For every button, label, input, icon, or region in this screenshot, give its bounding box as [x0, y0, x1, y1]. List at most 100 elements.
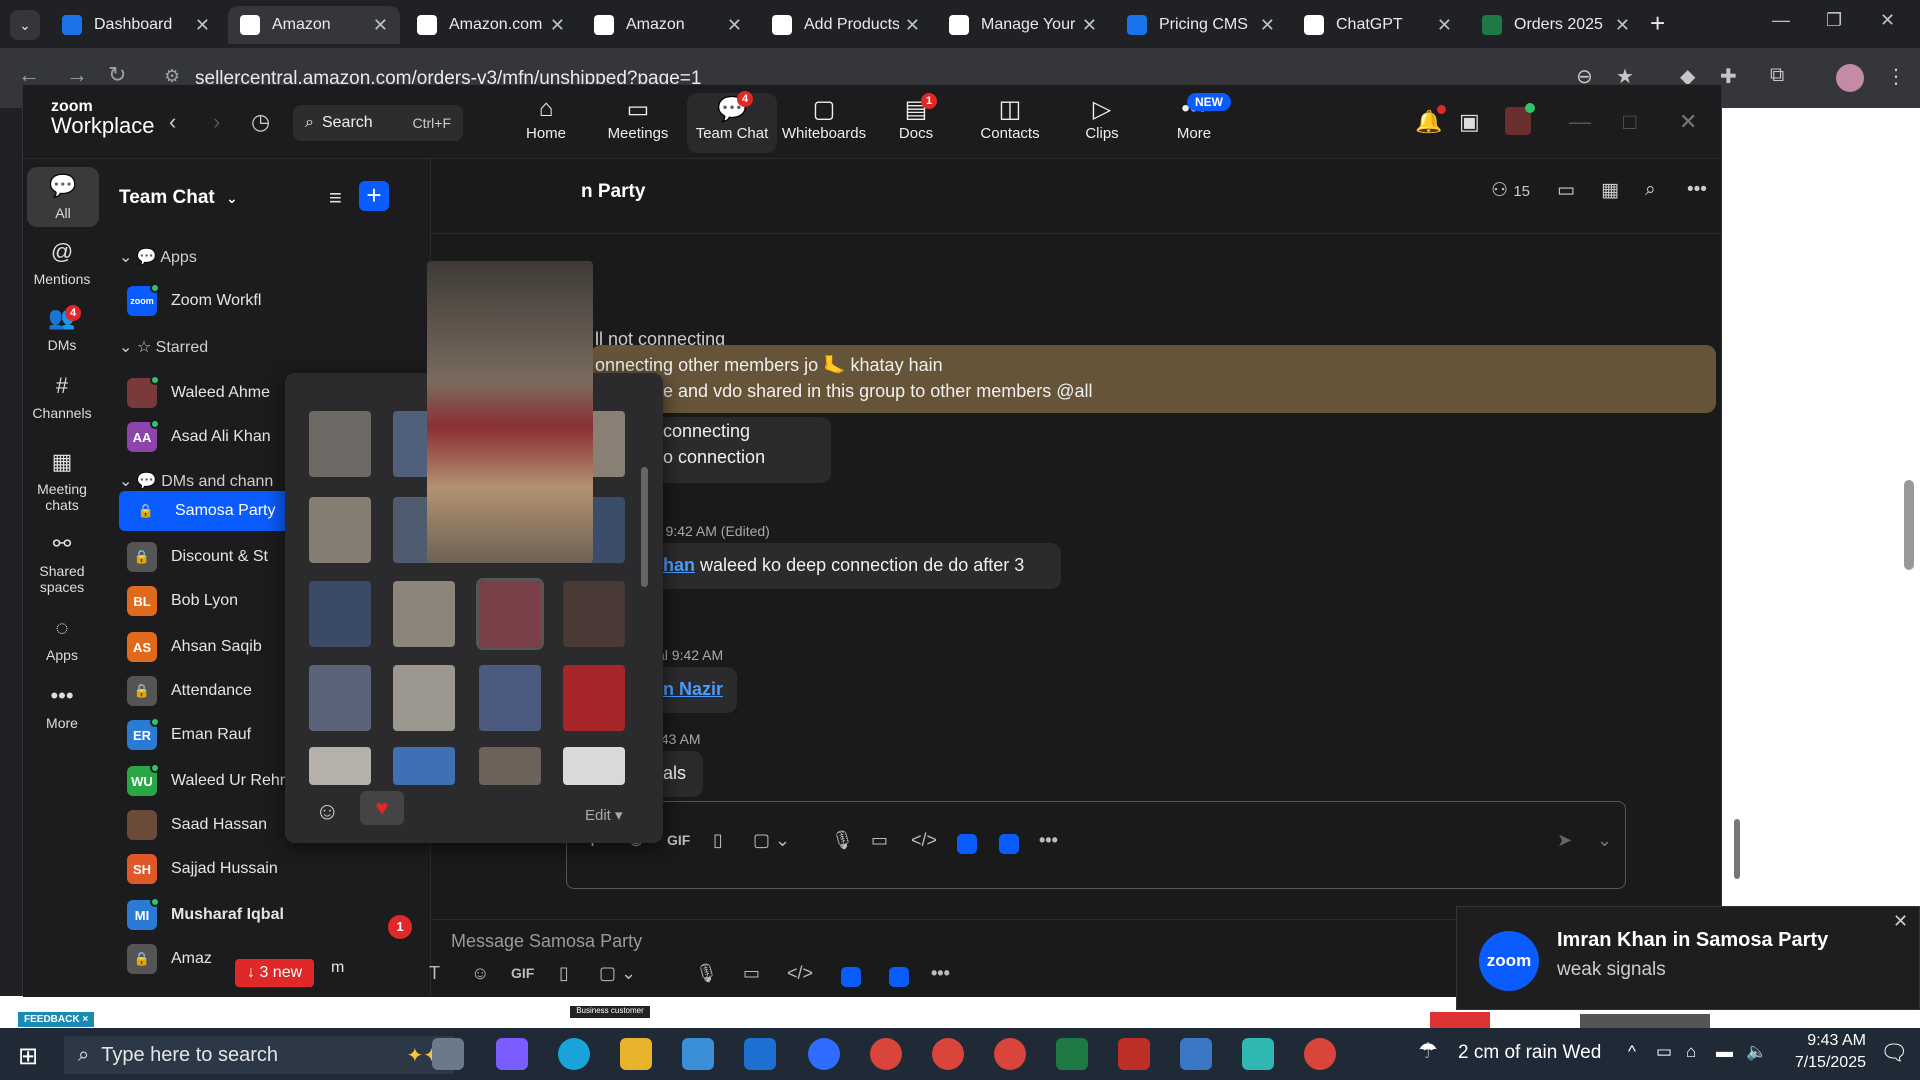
tray-network-icon[interactable]: ⌂ — [1686, 1042, 1696, 1062]
excel-icon[interactable] — [1056, 1038, 1088, 1070]
sticker-thumbnail[interactable] — [479, 665, 541, 731]
copilot-icon[interactable] — [496, 1038, 528, 1070]
sticker-thumbnail[interactable] — [563, 581, 625, 647]
close-tab-icon[interactable]: ✕ — [905, 15, 920, 36]
close-tab-icon[interactable]: ✕ — [195, 15, 210, 36]
more-tools-icon[interactable]: ••• — [1039, 830, 1058, 851]
nav-team-chat[interactable]: 💬 Team Chat 4 — [687, 91, 777, 153]
video-call-icon[interactable]: ▭ — [1557, 179, 1575, 202]
microphone-icon[interactable]: 🎙 — [831, 830, 854, 851]
new-chat-plus-button[interactable]: + — [359, 181, 389, 211]
weather-icon[interactable]: ☂ — [1418, 1038, 1438, 1064]
sticker-thumbnail[interactable] — [309, 411, 371, 477]
sticker-thumbnail[interactable] — [393, 747, 455, 785]
nav-whiteboards[interactable]: ▢ Whiteboards — [779, 95, 869, 142]
action-button[interactable] — [1580, 1014, 1710, 1028]
weather-text[interactable]: 2 cm of rain Wed — [1458, 1042, 1601, 1064]
browser-tab[interactable]: Amazon ✕ — [582, 6, 754, 44]
edge-icon[interactable] — [558, 1038, 590, 1070]
video-message-icon[interactable]: ▭ — [871, 830, 888, 851]
filezilla-icon[interactable] — [1118, 1038, 1150, 1070]
sticker-thumbnail[interactable] — [476, 578, 544, 650]
sticker-thumbnail[interactable] — [393, 581, 455, 647]
store-icon[interactable] — [682, 1038, 714, 1070]
browser-tab[interactable]: ChatGPT ✕ — [1292, 6, 1464, 44]
nav-home[interactable]: ⌂ Home — [501, 95, 591, 142]
gif-icon[interactable]: GIF — [667, 832, 690, 848]
browser-menu-icon[interactable]: ⋮ — [1886, 64, 1906, 89]
send-options-chevron-icon[interactable]: ⌄ — [1597, 830, 1612, 851]
close-toast-icon[interactable]: ✕ — [1893, 911, 1908, 932]
tray-volume-icon[interactable]: 🔈 — [1746, 1042, 1767, 1062]
video-message-icon[interactable]: ▭ — [743, 963, 760, 984]
close-tab-icon[interactable]: ✕ — [727, 15, 742, 36]
close-tab-icon[interactable]: ✕ — [1082, 15, 1097, 36]
restore-window-icon[interactable]: ❐ — [1826, 10, 1842, 31]
browser-tab[interactable]: Add Products ✕ — [760, 6, 932, 44]
nav-clips[interactable]: ▷ Clips — [1057, 95, 1147, 142]
screenshot-icon[interactable]: ▢ ⌄ — [599, 963, 636, 984]
browser-tab[interactable]: Amazon.com ✕ — [405, 6, 577, 44]
rail-mentions[interactable]: @ Mentions — [23, 239, 101, 287]
sticker-thumbnail[interactable] — [309, 497, 371, 563]
extensions-puzzle-icon[interactable]: ⧉ — [1770, 64, 1784, 87]
zoom-minimize-icon[interactable]: — — [1569, 109, 1591, 135]
code-snippet-icon[interactable]: </> — [911, 830, 937, 851]
text-format-icon[interactable]: T — [429, 963, 440, 984]
tab-search-dropdown-icon[interactable]: ⌄ — [10, 10, 40, 40]
tray-chevron-up-icon[interactable]: ^ — [1628, 1042, 1636, 1062]
outlook-icon[interactable] — [744, 1038, 776, 1070]
section-apps[interactable]: ⌄ 💬 Apps — [119, 247, 197, 267]
browser-tab[interactable]: Amazon ✕ — [228, 6, 400, 44]
close-tab-icon[interactable]: ✕ — [1260, 15, 1275, 36]
rail-meeting-chats[interactable]: ▦ Meeting chats — [23, 449, 101, 513]
gif-icon[interactable]: GIF — [511, 965, 534, 981]
code-snippet-icon[interactable]: </> — [787, 963, 813, 984]
section-dms[interactable]: ⌄ 💬 DMs and chann — [119, 471, 273, 491]
file-explorer-icon[interactable] — [620, 1038, 652, 1070]
favorites-heart-tab-icon[interactable]: ♥ — [360, 791, 404, 825]
section-starred[interactable]: ⌄ ☆ Starred — [119, 337, 208, 357]
chrome-icon-3[interactable] — [994, 1038, 1026, 1070]
sticker-thumbnail[interactable] — [393, 665, 455, 731]
app-icon[interactable] — [1242, 1038, 1274, 1070]
calendar-icon[interactable]: ▦ — [1601, 179, 1619, 202]
close-tab-icon[interactable]: ✕ — [1615, 15, 1630, 36]
page-scrollbar[interactable] — [1904, 480, 1914, 570]
filter-icon[interactable]: ≡ — [329, 185, 342, 211]
message-input[interactable]: Message Samosa Party — [451, 931, 642, 952]
chrome-icon[interactable] — [870, 1038, 902, 1070]
picker-edit-button[interactable]: Edit ▾ — [585, 806, 623, 824]
calculator-icon[interactable] — [1180, 1038, 1212, 1070]
rail-all[interactable]: 💬 All — [27, 167, 99, 227]
chat-list-item[interactable]: SH Sajjad Hussain — [115, 849, 415, 889]
close-tab-icon[interactable]: ✕ — [1437, 15, 1452, 36]
chrome-icon-2[interactable] — [932, 1038, 964, 1070]
sidebar-title[interactable]: Team Chat ⌄ — [119, 187, 238, 209]
app-integration-icon[interactable] — [957, 834, 977, 854]
mention-link[interactable]: n Nazir — [663, 679, 723, 699]
rail-more[interactable]: ••• More — [23, 683, 101, 731]
zoom-search-box[interactable]: ⌕ Search Ctrl+F — [293, 105, 463, 141]
file-icon[interactable]: ▯ — [713, 830, 723, 851]
rail-apps[interactable]: ◌ Apps — [23, 615, 101, 663]
new-tab-button[interactable]: + — [1650, 8, 1665, 39]
tray-battery-icon[interactable]: ▬ — [1716, 1042, 1733, 1062]
chat-list-item[interactable]: zoom Zoom Workfl — [115, 281, 415, 321]
nav-meetings[interactable]: ▭ Meetings — [593, 95, 683, 142]
picker-scrollbar[interactable] — [641, 467, 648, 587]
sticker-thumbnail[interactable] — [309, 581, 371, 647]
screenshot-icon[interactable]: ▢ ⌄ — [753, 830, 790, 851]
rail-shared-spaces[interactable]: ⚯ Shared spaces — [23, 531, 101, 595]
forward-arrow-icon[interactable]: › — [213, 109, 220, 135]
tray-display-icon[interactable]: ▭ — [1656, 1042, 1672, 1062]
browser-tab[interactable]: Dashboard ✕ — [50, 6, 222, 44]
feedback-tab[interactable]: FEEDBACK × — [18, 1012, 95, 1027]
chat-search-icon[interactable]: ⌕ — [1645, 179, 1656, 201]
sticker-thumbnail[interactable] — [563, 747, 625, 785]
back-arrow-icon[interactable]: ‹ — [169, 109, 176, 135]
nav-contacts[interactable]: ◫ Contacts — [965, 95, 1055, 142]
extension-icon-2[interactable]: ✚ — [1720, 64, 1737, 89]
chat-list-item[interactable]: MI Musharaf Iqbal — [115, 895, 415, 935]
taskbar-search-box[interactable]: ⌕ Type here to search ✦✦ — [64, 1036, 454, 1074]
